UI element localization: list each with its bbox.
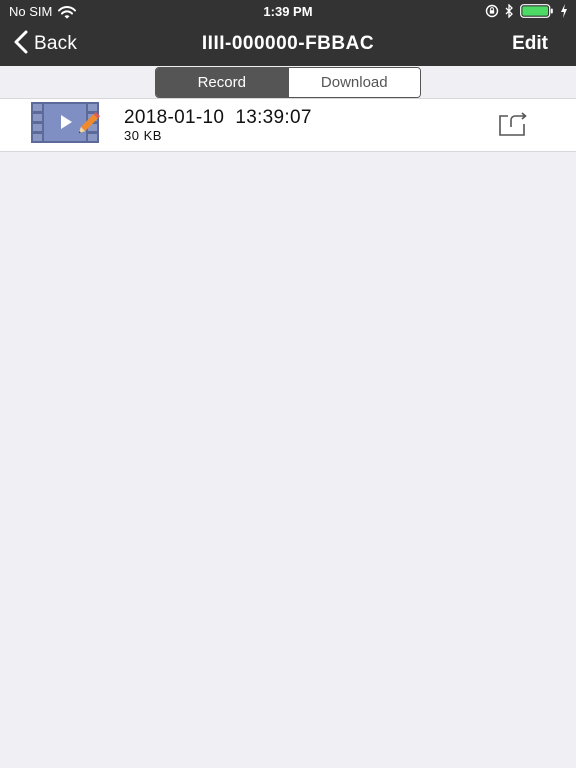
bluetooth-icon [505, 4, 514, 18]
page-title: IIII-000000-FBBAC [201, 33, 375, 54]
orientation-lock-icon [485, 4, 499, 18]
charging-icon [560, 4, 568, 18]
top-bar: No SIM 1:39 PM Back IIII-000000-FBBAC Ed… [0, 0, 576, 66]
record-title: 2018-01-10 13:39:07 [124, 107, 312, 128]
record-list: 2018-01-10 13:39:07 30 KB [0, 98, 576, 152]
status-right-icons [485, 4, 568, 18]
navigation-bar: Back IIII-000000-FBBAC Edit [0, 22, 576, 66]
battery-icon [520, 4, 554, 18]
chevron-left-icon [14, 30, 28, 59]
list-item[interactable]: 2018-01-10 13:39:07 30 KB [0, 99, 576, 151]
back-label: Back [34, 33, 78, 54]
status-bar: No SIM 1:39 PM [0, 0, 576, 22]
segment-record[interactable]: Record [156, 68, 288, 97]
segment-download[interactable]: Download [287, 68, 420, 97]
edit-button[interactable]: Edit [512, 22, 548, 66]
share-icon[interactable] [497, 112, 529, 138]
record-size: 30 KB [124, 128, 162, 143]
video-edit-icon [31, 101, 103, 151]
segmented-control: Record Download [155, 67, 421, 98]
back-button[interactable]: Back [14, 22, 77, 66]
